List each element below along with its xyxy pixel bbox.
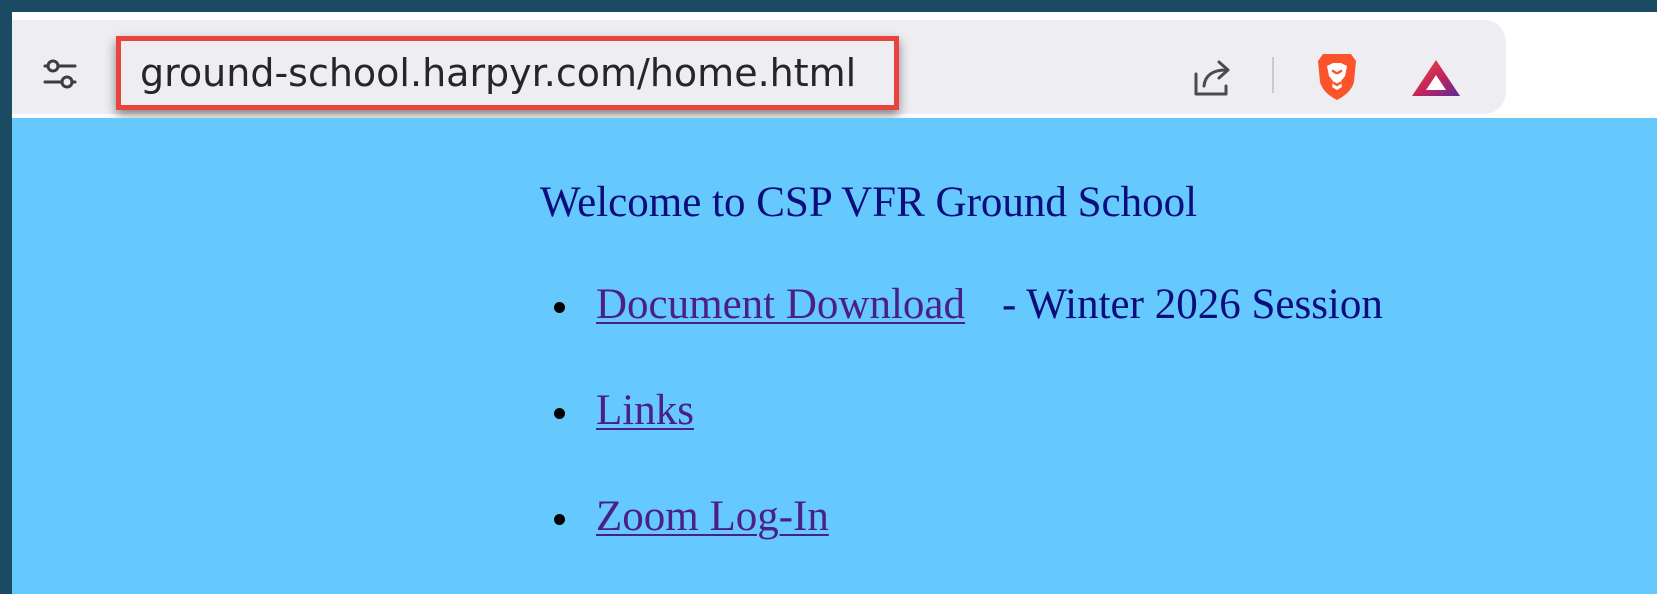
address-bar[interactable]: ground-school.harpyr.com/home.html bbox=[12, 20, 1506, 114]
browser-toolbar: ground-school.harpyr.com/home.html bbox=[12, 12, 1657, 118]
toolbar-divider bbox=[1272, 57, 1274, 93]
browser-window: ground-school.harpyr.com/home.html Welco… bbox=[12, 12, 1657, 594]
page-content: Welcome to CSP VFR Ground School Documen… bbox=[12, 118, 1657, 594]
zoom-login-link[interactable]: Zoom Log-In bbox=[596, 492, 829, 542]
url-text[interactable]: ground-school.harpyr.com/home.html bbox=[140, 51, 856, 95]
tune-icon[interactable] bbox=[42, 57, 78, 91]
brave-lion-icon[interactable] bbox=[1314, 50, 1360, 102]
bullet bbox=[554, 514, 565, 525]
url-field[interactable]: ground-school.harpyr.com/home.html bbox=[116, 36, 899, 110]
rewards-triangle-icon[interactable] bbox=[1410, 58, 1462, 98]
links-link[interactable]: Links bbox=[596, 386, 694, 436]
bullet bbox=[554, 302, 565, 313]
share-icon[interactable] bbox=[1192, 58, 1234, 98]
document-download-link[interactable]: Document Download bbox=[596, 280, 965, 330]
page-title: Welcome to CSP VFR Ground School bbox=[540, 179, 1198, 226]
session-note: - Winter 2026 Session bbox=[1002, 281, 1383, 328]
bullet bbox=[554, 408, 565, 419]
